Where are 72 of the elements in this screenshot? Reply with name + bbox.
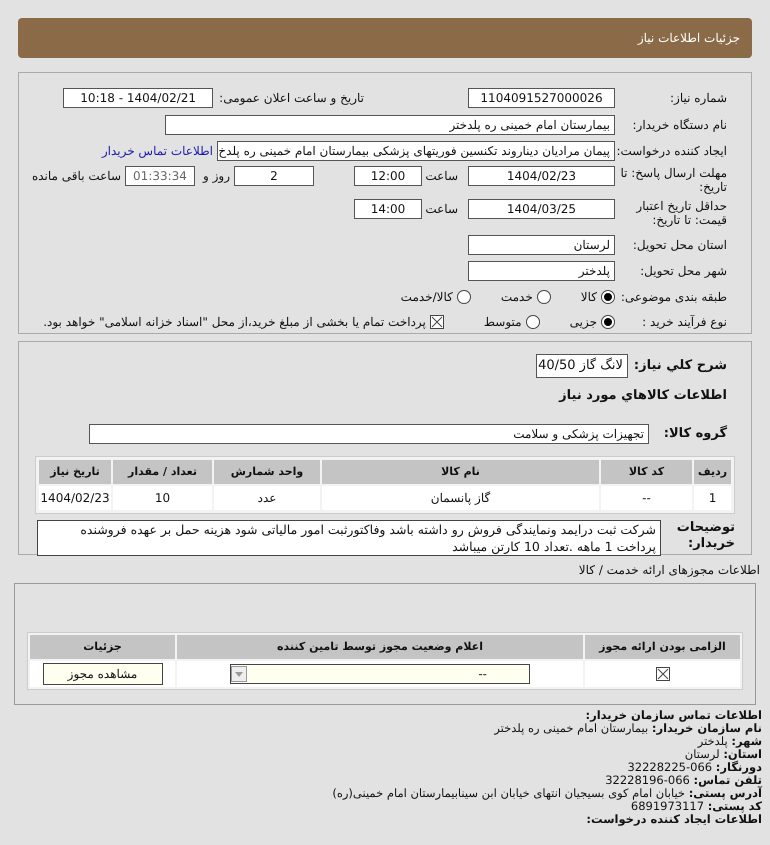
- column-header: نام کالا: [322, 460, 599, 484]
- field-label: ایجاد کننده درخواست:: [615, 144, 727, 158]
- field-label: استان محل تحویل:: [632, 238, 727, 252]
- table-cell: عدد: [214, 486, 320, 510]
- remaining-time-field: 01:33:34: [125, 166, 195, 186]
- price-validity-date-field: 1404/03/25: [468, 199, 615, 220]
- field-label: نوع فرآیند خرید :: [641, 315, 727, 330]
- status-select[interactable]: --: [230, 664, 530, 684]
- city-field: پلدختر: [468, 261, 615, 282]
- field-label: پرداخت تمام یا بخشی از مبلغ خرید،از محل "اسناد خزانه اسلامی" خواهد بود.: [43, 315, 426, 330]
- reply-date-field: 1404/02/23: [468, 166, 615, 186]
- announce-datetime-field: 1404/02/21 - 10:18: [63, 88, 214, 108]
- need-number-field: 1104091527000026: [468, 88, 615, 108]
- contact-line: استان: لرستان: [684, 748, 762, 761]
- radio-button[interactable]: [536, 290, 551, 304]
- field-label: شهر محل تحویل:: [639, 264, 727, 278]
- field-label: تاریخ و ساعت اعلان عمومی:: [219, 90, 364, 105]
- field-label: طبقه بندی موضوعی:: [620, 290, 727, 304]
- column-header: جزئیات: [30, 635, 175, 659]
- contact-heading: اطلاعات تماس سازمان خریدار:: [584, 709, 762, 722]
- field-label: جزیی: [570, 315, 597, 330]
- column-header: کد کالا: [601, 460, 692, 484]
- field-label: اطلاعات كالاهاي مورد نياز: [559, 388, 727, 403]
- column-header: اعلام وضعیت مجوز توسط تامین کننده: [177, 635, 583, 659]
- field-label: اطلاعات مجوزهای ارائه خدمت / کالا: [578, 563, 760, 577]
- column-header: تاریخ نیاز: [39, 460, 111, 484]
- field-label: کالا: [580, 290, 597, 304]
- page-title: جزئیات اطلاعات نیاز: [638, 30, 740, 47]
- price-validity-time-field: 14:00: [354, 199, 422, 220]
- radio-button[interactable]: [601, 315, 615, 330]
- requester-field: پیمان مرادیان دیناروند تکنسین فوریتهای پزشکی بیمارستان امام خمینی ره پلدخ: [217, 141, 615, 162]
- table-cell: --: [601, 486, 692, 510]
- buyer-org-field: بیمارستان امام خمینی ره پلدختر: [165, 115, 615, 136]
- checkbox[interactable]: [656, 667, 670, 681]
- field-label: شرح کلي نياز:: [634, 359, 727, 373]
- field-label: متوسط: [484, 315, 522, 330]
- buyer-contact-link[interactable]: اطلاعات تماس خریدار: [102, 142, 213, 160]
- field-label: ساعت: [424, 168, 458, 185]
- field-label: شماره نیاز:: [669, 90, 727, 105]
- buyer-notes-box: شرکت ثبت درایمد ونمایندگی فروش رو داشته باشد وفاکتورثبت امور مالیاتی شود هزینه حمل بر عهده فروشنده پرداخت 1 ماهه .تعداد 10 کارتن میباشد: [37, 520, 661, 556]
- description-field: لانگ گاز 40/50: [536, 354, 628, 378]
- radio-button[interactable]: [526, 315, 540, 330]
- field-label: مهلت ارسال پاسخ: تا تاریخ:: [619, 166, 727, 194]
- contact-line: نام سازمان خریدار: بیمارستان امام خمینی ره پلدختر: [492, 722, 762, 735]
- table-cell: 1: [694, 486, 731, 510]
- field-label: توضیحات خریدار:: [676, 520, 735, 552]
- contact-line: شهر: پلدختر: [696, 735, 762, 748]
- radio-button[interactable]: [601, 290, 615, 304]
- table-cell: 10: [113, 486, 212, 510]
- field-label: ساعت باقی مانده: [32, 168, 121, 185]
- field-label: گروه کالا:: [662, 427, 727, 441]
- column-header: الزامی بودن ارائه مجوز: [585, 635, 740, 659]
- table-cell: گاز پانسمان: [322, 486, 599, 510]
- days-field: 2: [234, 166, 314, 186]
- contact-heading: اطلاعات ایجاد کننده درخواست:: [585, 813, 762, 826]
- field-label: کالا/خدمت: [400, 290, 453, 304]
- field-label: نام دستگاه خریدار:: [632, 118, 727, 132]
- radio-button[interactable]: [456, 290, 471, 304]
- field-label: خدمت: [500, 290, 533, 304]
- contact-line: آدرس پستی: خیابان امام کوی بسیجیان انتهای خیابان ابن سینابیمارستان امام خمینی(ره): [331, 787, 762, 800]
- field-label: ساعت: [424, 201, 458, 218]
- column-header: تعداد / مقدار: [113, 460, 212, 484]
- reply-time-field: 12:00: [354, 166, 422, 186]
- view-license-button[interactable]: مشاهده مجوز: [42, 663, 162, 685]
- field-label: حداقل تاریخ اعتبار قیمت: تا تاریخ:: [634, 199, 727, 228]
- checkbox[interactable]: [430, 315, 444, 330]
- goods-group-field: تجهیزات پزشکی و سلامت: [89, 424, 649, 444]
- province-field: لرستان: [468, 235, 615, 256]
- column-header: واحد شمارش: [214, 460, 320, 484]
- table-cell: 1404/02/23: [39, 486, 111, 510]
- field-label: روز و: [203, 168, 230, 185]
- column-header: ردیف: [694, 460, 731, 484]
